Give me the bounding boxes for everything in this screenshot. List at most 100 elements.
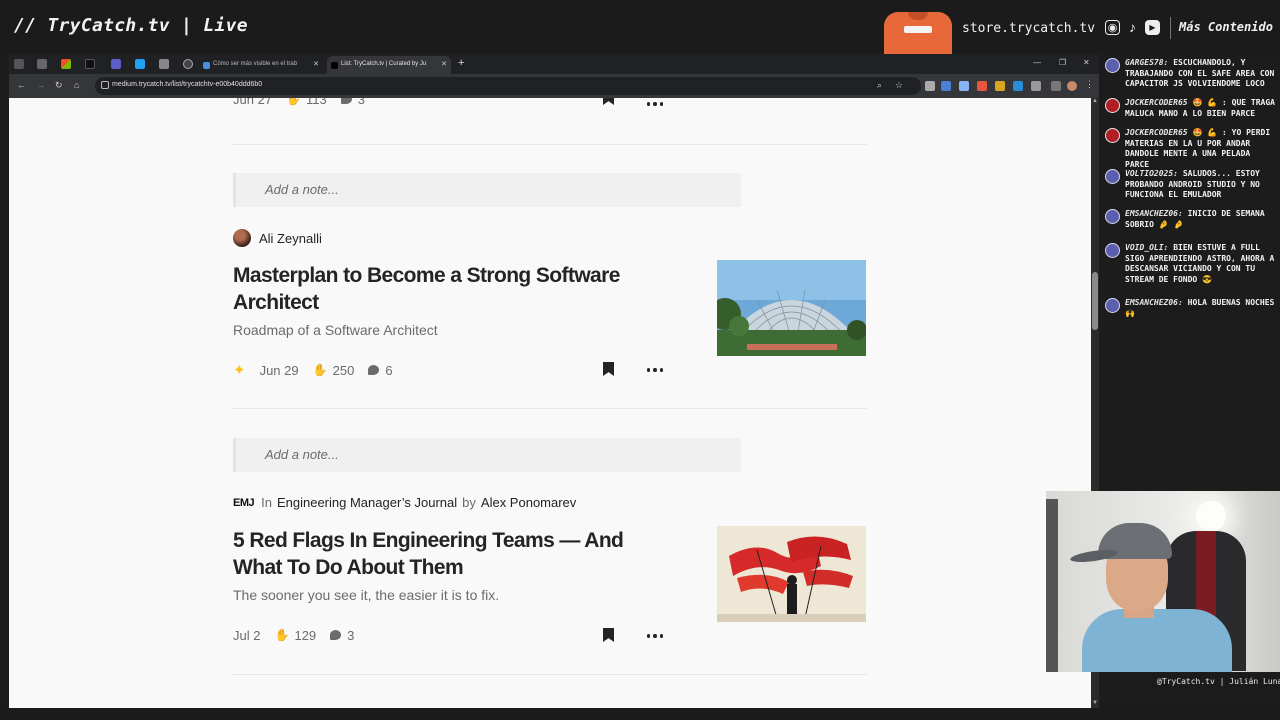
article-title[interactable]: 5 Red Flags In Engineering Teams — And W…	[233, 527, 663, 581]
chat-badge-icon	[1105, 243, 1120, 258]
pinned-tab-icon[interactable]	[183, 59, 193, 69]
bookmark-icon[interactable]	[603, 628, 614, 642]
back-icon[interactable]: ←	[17, 80, 26, 90]
article-subtitle[interactable]: The sooner you see it, the easier it is …	[233, 587, 499, 603]
byline-by: by	[462, 495, 476, 510]
tab-visible[interactable]: Cómo ser más visible en el trab ✕	[199, 56, 323, 74]
extension-icon[interactable]	[1013, 81, 1023, 91]
extension-icon[interactable]	[959, 81, 969, 91]
comment-number: 3	[357, 98, 366, 107]
chat-badge-icon	[1105, 58, 1120, 73]
chat-user: EMSANCHEZ06:	[1125, 298, 1183, 307]
chat-message: EMSANCHEZ06: INICIO DE SEMANA SOBRIO 🤌 🤌	[1105, 209, 1275, 230]
clap-count[interactable]: ✋ 129	[274, 628, 316, 643]
chat-badge-icon	[1105, 169, 1120, 184]
extension-icon[interactable]	[941, 81, 951, 91]
author-name[interactable]: Ali Zeynalli	[259, 231, 322, 246]
comment-icon	[368, 365, 380, 375]
forward-icon[interactable]: →	[36, 80, 45, 90]
minimize-icon[interactable]: —	[1033, 58, 1041, 67]
add-note-field[interactable]: Add a note...	[233, 438, 741, 472]
youtube-icon: ▶	[1145, 20, 1160, 35]
tiktok-icon: ♪	[1129, 19, 1136, 35]
bookmark-star-icon[interactable]: ☆	[895, 80, 903, 91]
article-meta: Jun 27 ✋ 113 3	[233, 98, 365, 107]
extensions-menu-icon[interactable]	[1031, 81, 1041, 91]
site-info-icon[interactable]	[101, 81, 109, 89]
article-subtitle[interactable]: Roadmap of a Software Architect	[233, 322, 438, 338]
microsoft-icon[interactable]	[61, 59, 71, 69]
article-byline: EMJ In Engineering Manager’s Journal by …	[233, 495, 576, 510]
close-tab-icon[interactable]: ✕	[441, 60, 447, 68]
article-date: Jun 27	[233, 98, 273, 107]
clap-number: 129	[294, 627, 317, 643]
home-icon[interactable]: ⌂	[74, 80, 79, 90]
zoom-icon[interactable]: ⌕	[877, 80, 882, 91]
chat-user: EMSANCHEZ06:	[1125, 209, 1183, 218]
article-meta: Jul 2 ✋ 129 3	[233, 627, 354, 643]
chat-badge-icon	[1105, 298, 1120, 313]
scroll-down-icon[interactable]: ▼	[1091, 700, 1099, 706]
chat-user: GARGES78:	[1125, 58, 1169, 67]
scrollbar-thumb[interactable]	[1092, 272, 1098, 330]
profile-avatar[interactable]	[1067, 81, 1077, 91]
webcam-overlay	[1046, 491, 1280, 672]
reload-icon[interactable]: ↻	[55, 80, 63, 91]
chat-message: VOID_OLI: BIEN ESTUVE A FULL SIGO APREND…	[1105, 243, 1275, 285]
article-thumbnail-architecture[interactable]	[717, 260, 866, 356]
browser-menu-icon[interactable]: ⋮	[1085, 79, 1094, 90]
chat-message: GARGES78: ESCUCHANDOLO, Y TRABAJANDO CON…	[1105, 58, 1275, 90]
new-tab-button[interactable]: +	[458, 57, 464, 69]
tab-search-icon[interactable]	[14, 59, 24, 69]
pinned-tab-icon[interactable]	[37, 59, 47, 69]
more-content-label: Más Contenido	[1179, 20, 1273, 34]
chat-badge-icon	[1105, 98, 1120, 113]
browser-window: Cómo ser más visible en el trab ✕ List: …	[9, 54, 1099, 708]
stream-frame: // TryCatch.tv | Live store.trycatch.tv …	[0, 0, 1280, 720]
pinned-tab-icon[interactable]	[135, 59, 145, 69]
extension-icon[interactable]	[995, 81, 1005, 91]
bookmark-icon[interactable]	[603, 98, 614, 105]
pinned-tab-icon[interactable]	[159, 59, 169, 69]
webcam-caption: @TryCatch.tv | Julián Luna	[1152, 674, 1280, 690]
comment-icon	[340, 98, 352, 104]
extension-icon[interactable]	[977, 81, 987, 91]
tab-list-trycatch[interactable]: List: TryCatch.tv | Curated by Ju ✕	[327, 56, 451, 74]
chat-message: VOLTIO2025: SALUDOS... ESTOY PROBANDO AN…	[1105, 169, 1275, 201]
comment-count[interactable]: 3	[340, 98, 366, 107]
publication-name[interactable]: Engineering Manager’s Journal	[277, 495, 457, 510]
comment-count[interactable]: 6	[368, 363, 393, 378]
address-bar[interactable]: medium.trycatch.tv/list/trycatchtv-e00b4…	[95, 77, 921, 95]
downloads-icon[interactable]	[1051, 81, 1061, 91]
clap-icon: ✋	[274, 628, 290, 642]
x-icon[interactable]	[85, 59, 95, 69]
more-options-icon[interactable]	[647, 101, 663, 107]
chat-badge-icon	[1105, 209, 1120, 224]
article-thumbnail-red-flags[interactable]	[717, 526, 866, 622]
close-tab-icon[interactable]: ✕	[313, 60, 319, 68]
more-options-icon[interactable]	[647, 633, 663, 639]
extension-icon[interactable]	[925, 81, 935, 91]
add-note-field[interactable]: Add a note...	[233, 173, 741, 207]
comment-count[interactable]: 3	[330, 628, 354, 643]
chat-user: JOCKERCODER65	[1125, 128, 1188, 137]
note-placeholder: Add a note...	[265, 182, 339, 197]
article-title[interactable]: Masterplan to Become a Strong Software A…	[233, 262, 663, 316]
byline-in: In	[261, 495, 272, 510]
clap-count[interactable]: ✋ 250	[313, 363, 355, 378]
clap-count[interactable]: ✋ 113	[286, 98, 327, 107]
divider	[233, 408, 867, 409]
note-placeholder: Add a note...	[265, 447, 339, 462]
browser-toolbar: ← → ↻ ⌂ medium.trycatch.tv/list/trycatch…	[9, 74, 1099, 98]
pinned-tab-icon[interactable]	[111, 59, 121, 69]
publication-logo[interactable]: EMJ	[233, 497, 255, 509]
author-avatar[interactable]	[233, 229, 251, 247]
more-options-icon[interactable]	[647, 367, 663, 373]
bookmark-icon[interactable]	[603, 362, 614, 376]
article-author[interactable]: Ali Zeynalli	[233, 229, 322, 247]
maximize-icon[interactable]: ❐	[1059, 58, 1066, 67]
close-window-icon[interactable]: ✕	[1083, 58, 1090, 67]
scroll-up-icon[interactable]: ▲	[1091, 98, 1099, 104]
tab-label: Cómo ser más visible en el trab	[213, 61, 298, 67]
author-name[interactable]: Alex Ponomarev	[481, 495, 576, 510]
